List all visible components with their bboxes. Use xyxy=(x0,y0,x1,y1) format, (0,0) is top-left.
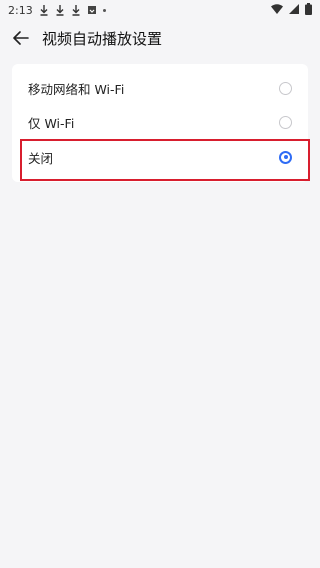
option-label: 移动网络和 Wi-Fi xyxy=(28,81,125,97)
option-mobile-and-wifi[interactable]: 移动网络和 Wi-Fi xyxy=(12,71,308,105)
status-time: 2:13 xyxy=(8,3,33,17)
radio-button[interactable] xyxy=(279,81,292,95)
app-bar: 视频自动播放设置 xyxy=(0,20,320,56)
selection-highlight-box xyxy=(20,139,310,181)
download-icon xyxy=(55,4,65,16)
status-bar: 2:13 xyxy=(0,0,320,20)
page-title: 视频自动播放设置 xyxy=(42,29,163,48)
wifi-icon xyxy=(271,3,283,17)
notification-box-icon xyxy=(87,4,97,16)
notification-dot-icon xyxy=(102,8,106,12)
download-icon xyxy=(71,4,81,16)
status-right xyxy=(271,2,312,18)
download-icon xyxy=(39,4,49,16)
option-wifi-only[interactable]: 仅 Wi-Fi xyxy=(12,105,308,139)
status-left: 2:13 xyxy=(8,4,106,17)
option-label: 仅 Wi-Fi xyxy=(28,115,75,131)
back-arrow-icon[interactable] xyxy=(10,27,32,49)
radio-button[interactable] xyxy=(279,115,292,129)
battery-icon xyxy=(305,2,312,18)
signal-icon xyxy=(289,3,299,17)
